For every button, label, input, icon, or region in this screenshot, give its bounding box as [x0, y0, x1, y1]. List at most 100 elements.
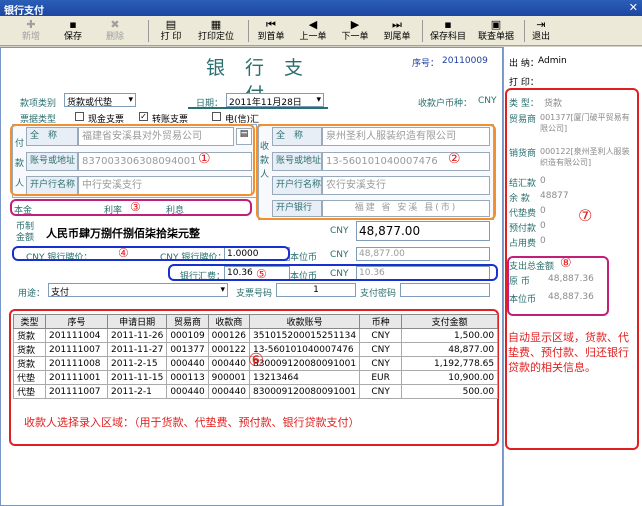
print-button[interactable]: ▤ 打 印 [154, 18, 188, 45]
cell-amount: 48,877.00 [401, 342, 499, 357]
info-row-value: 0 [540, 176, 546, 186]
cell-seq: 201111004 [45, 328, 108, 343]
column-header-payee[interactable]: 收款商 [207, 314, 251, 329]
cell-currency: CNY [359, 384, 403, 399]
amount-currency: CNY [330, 226, 349, 236]
chevron-down-icon: ▾ [220, 285, 225, 295]
chevron-down-icon: ▾ [316, 95, 321, 105]
local-amount-field[interactable]: 48,877.00 [356, 247, 490, 261]
cell-type: 货款 [13, 342, 46, 357]
local-currency: CNY [330, 250, 349, 260]
type-label: 款项类别 [20, 99, 57, 109]
first-icon: ⏮ [266, 18, 276, 31]
cell-type: 代垫 [13, 384, 46, 399]
info-row-label: 代垫费 [509, 209, 537, 219]
trader-value: 001377[厦门破平贸易有限公司] [540, 113, 630, 133]
toolbar-separator [248, 20, 249, 42]
column-header-amount[interactable]: 支付金额 [401, 314, 499, 329]
seller-label: 销货商 [509, 149, 537, 159]
base-currency-value: 48,887.36 [548, 292, 594, 302]
voucher-field[interactable]: 1 [276, 283, 356, 297]
print-icon: ▤ [165, 18, 177, 31]
table-row[interactable]: 货款 201111004 2011-11-26 000109 000126 3510152… [13, 328, 499, 343]
date-picker[interactable]: 2011年11月28日 ▾ [226, 93, 324, 107]
info-row-label: 余 款 [509, 194, 530, 204]
cash-check-checkbox[interactable] [75, 112, 84, 121]
cashier-label: 出 纳： [509, 59, 539, 69]
cell-currency: CNY [359, 356, 403, 371]
amount-label: 币制金额 [16, 222, 35, 243]
column-header-seq[interactable]: 序号 [45, 314, 108, 329]
cell-date: 2011-2-15 [106, 356, 168, 371]
date-label: 日期： [196, 99, 224, 109]
column-header-date[interactable]: 申请日期 [106, 314, 168, 329]
marker-7: ⑦ [578, 206, 593, 225]
info-row-label: 预付款 [509, 224, 537, 234]
cell-payee: 000440 [207, 384, 251, 399]
transfer-check-checkbox[interactable]: ✓ [139, 112, 148, 121]
cell-trader: 000440 [166, 384, 209, 399]
annotation-box-2 [256, 124, 496, 220]
new-button[interactable]: ✚ 新增 [14, 18, 48, 45]
last-record-button[interactable]: ⏭ 到尾单 [380, 18, 414, 45]
prev-record-button[interactable]: ◀ 上一单 [296, 18, 330, 45]
cell-type: 货款 [13, 356, 46, 371]
table-row[interactable]: 代垫 201111001 2011-11-15 000113 900001 1321346… [13, 370, 499, 385]
column-header-currency[interactable]: 币种 [359, 314, 403, 329]
voucher-label: 支票号码 [236, 289, 273, 299]
orig-currency-value: 48,887.36 [548, 274, 594, 284]
currency-label: 收款户币种： [418, 99, 473, 109]
save-button[interactable]: ▪ 保存 [56, 18, 90, 45]
exit-icon: ⇥ [536, 18, 546, 31]
save-account-button[interactable]: ▪ 保存科目 [428, 18, 468, 45]
cell-account: 13213464 [249, 370, 361, 385]
cell-amount: 1,500.00 [401, 328, 499, 343]
info-row-value: 0 [540, 236, 546, 246]
cell-currency: EUR [359, 370, 403, 385]
next-record-button[interactable]: ▶ 下一单 [338, 18, 372, 45]
amount-field[interactable]: 48,877.00 [356, 221, 490, 241]
table-row[interactable]: 代垫 201111007 2011-2-1 000440 000440 830009120… [13, 384, 499, 399]
cell-amount: 500.00 [401, 384, 499, 399]
trader-label: 贸易商 [509, 115, 537, 125]
linked-query-button[interactable]: ▣ 联查单据 [474, 18, 518, 45]
currency-value: CNY [478, 96, 497, 106]
close-icon[interactable]: ✕ [629, 1, 638, 14]
query-icon: ▣ [490, 18, 502, 31]
save-account-icon: ▪ [444, 18, 452, 31]
auto-display-note: 自动显示区域，货款、代垫费、预付款、归还银行贷款的相关信息。 [508, 331, 629, 374]
annotation-box-1 [10, 124, 255, 196]
cell-seq: 201111007 [45, 342, 108, 357]
password-field[interactable] [400, 283, 490, 297]
cell-date: 2011-11-15 [106, 370, 168, 385]
use-select[interactable]: 支付 ▾ [48, 283, 228, 297]
exit-button[interactable]: ⇥ 退出 [528, 18, 554, 45]
info-row-value: 48877 [540, 191, 569, 201]
password-label: 支付密码 [360, 289, 397, 299]
cell-account: 830009120080091001 [249, 384, 361, 399]
column-header-trader[interactable]: 贸易商 [166, 314, 209, 329]
toolbar-separator [422, 20, 423, 42]
print-position-button[interactable]: ▦ 打印定位 [194, 18, 238, 45]
cell-payee: 900001 [207, 370, 251, 385]
cell-currency: CNY [359, 342, 403, 357]
wire-transfer-checkbox[interactable] [212, 112, 221, 121]
marker-3: ③ [130, 200, 141, 214]
delete-button[interactable]: ✖ 删除 [98, 18, 132, 45]
delete-icon: ✖ [110, 18, 120, 31]
annotation-box-4 [12, 246, 290, 261]
last-icon: ⏭ [392, 18, 402, 31]
type-select[interactable]: 货款或代垫 ▾ [64, 93, 136, 107]
info-row-value: 0 [540, 221, 546, 231]
first-record-button[interactable]: ⏮ 到首单 [254, 18, 288, 45]
cell-seq: 201111001 [45, 370, 108, 385]
column-header-type[interactable]: 类型 [13, 314, 46, 329]
print-label: 打 印： [509, 78, 539, 88]
info-row-value: 0 [540, 206, 546, 216]
cell-payee: 000122 [207, 342, 251, 357]
cell-trader: 001377 [166, 342, 209, 357]
column-header-account[interactable]: 收款账号 [249, 314, 361, 329]
total-label: 支出总金额 [509, 262, 555, 272]
cell-trader: 000109 [166, 328, 209, 343]
cell-type: 代垫 [13, 370, 46, 385]
